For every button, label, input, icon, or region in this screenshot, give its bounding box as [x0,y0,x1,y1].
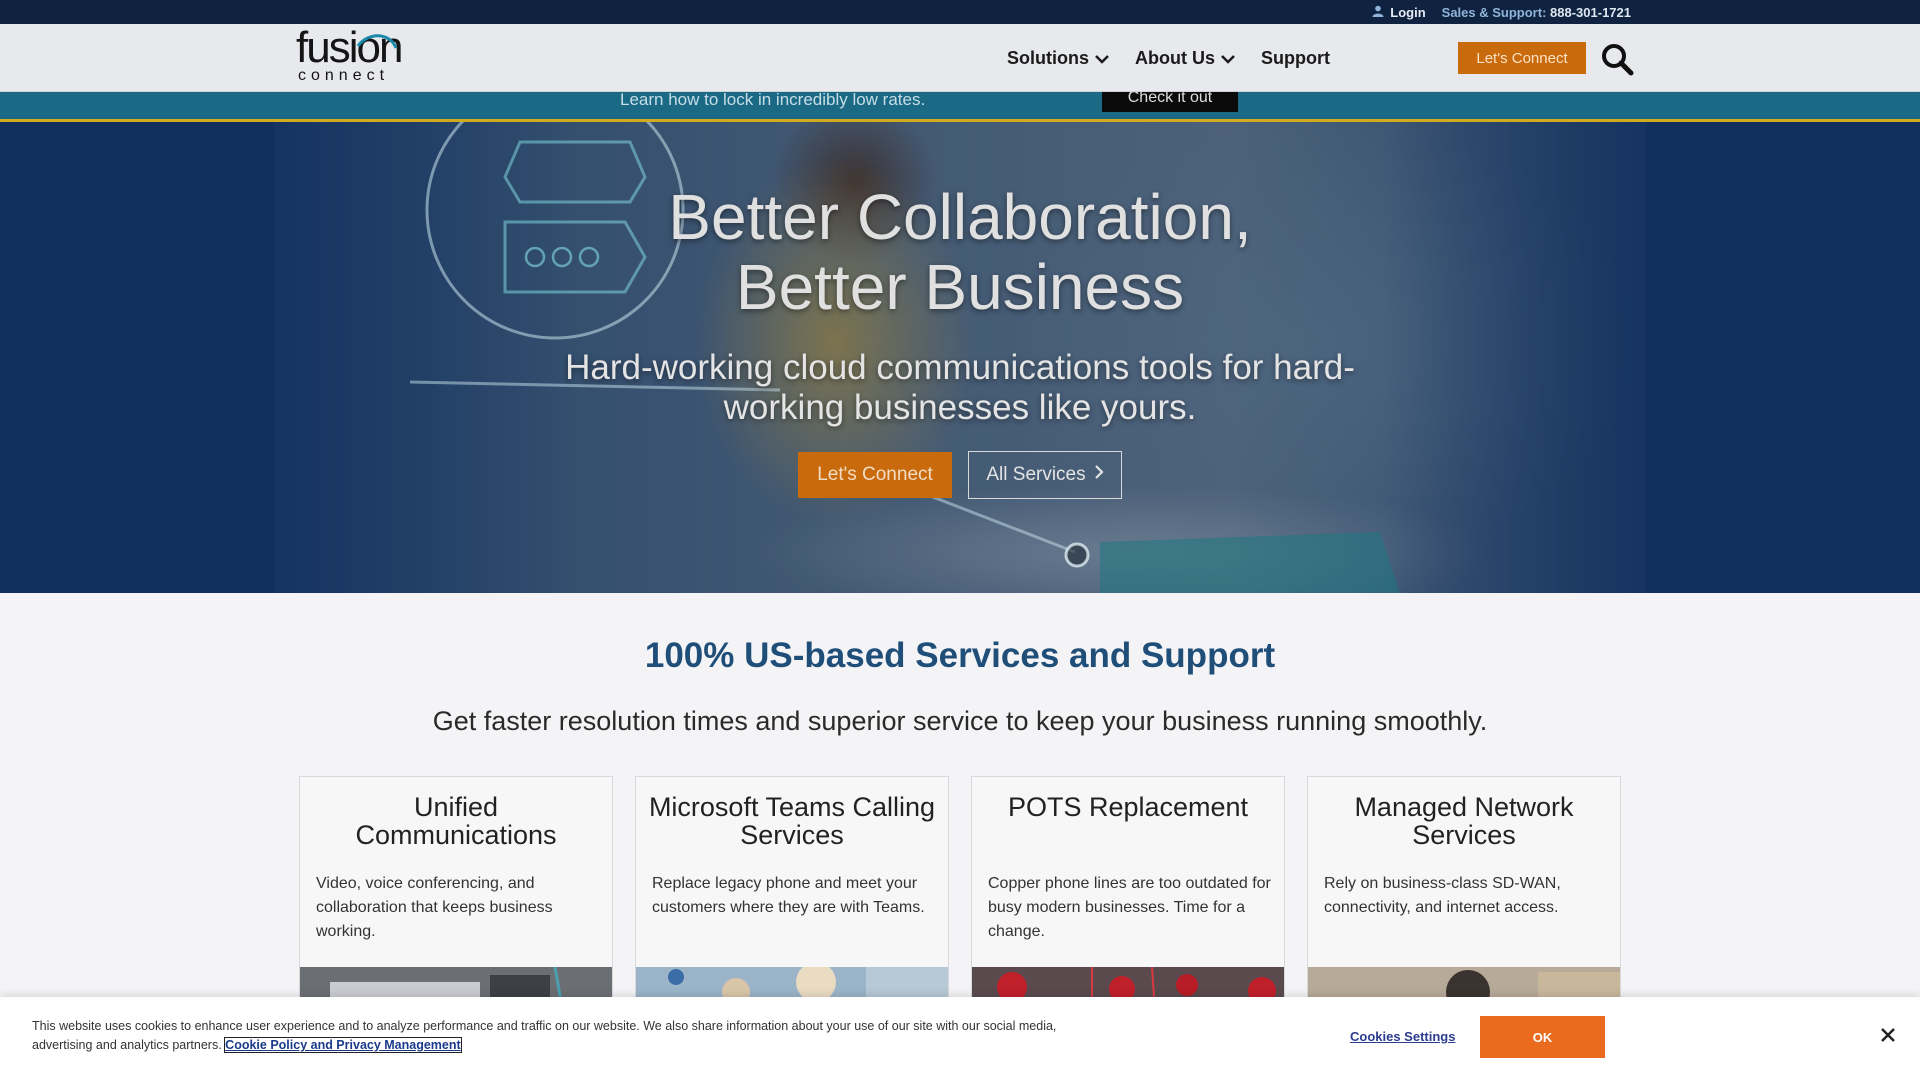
cookie-ok-button[interactable]: OK [1480,1016,1605,1058]
card-text: Copper phone lines are too outdated for … [988,875,1271,940]
nav-about-us-label: About Us [1135,47,1215,68]
service-card-pots-replacement[interactable]: POTS Replacement Copper phone lines are … [971,776,1285,1026]
promo-text: Learn how to lock in incredibly low rate… [620,92,926,109]
support-label: Sales & Support: [1441,4,1547,20]
section-title: 100% US-based Services and Support [644,636,1276,675]
cookie-consent-banner: This website uses cookies to enhance use… [0,997,1920,1080]
all-services-label: All Services [986,464,1086,485]
site-header: fusion connect Solutions About Us Suppor… [0,24,1920,92]
card-text: Video, voice conferencing, and collabora… [316,875,553,940]
cookies-settings-button[interactable]: Cookies Settings [1350,1029,1455,1044]
card-title: POTS Replacement [1007,792,1249,822]
promo-banner: Learn how to lock in incredibly low rate… [0,92,1920,122]
chevron-down-icon [1221,48,1235,69]
logo-word-connect: connect [298,67,390,84]
card-title: Microsoft Teams Calling Services [648,792,936,850]
login-label: Login [1390,4,1426,20]
login-link[interactable]: Login [1372,4,1426,20]
service-card-teams-calling[interactable]: Microsoft Teams Calling Services Replace… [635,776,949,1026]
search-icon[interactable] [1600,42,1634,76]
chevron-right-icon [1094,464,1104,486]
nav-support-label: Support [1261,47,1330,68]
card-text: Rely on business-class SD-WAN, connectiv… [1324,875,1561,916]
fusion-connect-logo[interactable]: fusion connect [296,26,403,86]
nav-support[interactable]: Support [1261,48,1330,69]
promo-check-it-out-button[interactable]: Check it out [1102,92,1238,112]
main-nav: Solutions About Us Support [1007,24,1330,92]
user-icon [1372,5,1384,20]
hero-lets-connect-button[interactable]: Let's Connect [798,452,952,498]
hero-title-line2: Better Business [735,251,1185,323]
nav-about-us[interactable]: About Us [1135,48,1235,69]
chevron-down-icon [1095,48,1109,69]
cookie-message: This website uses cookies to enhance use… [32,1019,1057,1052]
top-utility-bar: Login Sales & Support: 888-301-1721 [0,0,1920,24]
cookie-text: This website uses cookies to enhance use… [32,1017,1082,1055]
service-card-managed-network[interactable]: Managed Network Services Rely on busines… [1307,776,1621,1026]
nav-solutions-label: Solutions [1007,47,1089,68]
card-text: Replace legacy phone and meet your custo… [652,875,925,916]
hero-section: Better Collaboration, Better Business Ha… [0,122,1920,593]
nav-solutions[interactable]: Solutions [1007,48,1109,69]
close-icon[interactable] [1878,1025,1898,1045]
hero-title-line1: Better Collaboration, [668,181,1252,253]
hero-title: Better Collaboration, Better Business [460,182,1460,322]
logo-swoosh-icon [356,34,398,49]
hero-subtitle: Hard-working cloud communications tools … [565,348,1355,427]
card-title: Managed Network Services [1354,792,1574,850]
section-subtitle: Get faster resolution times and superior… [432,706,1488,736]
card-title: Unified Communications [355,792,557,850]
cookie-policy-link[interactable]: Cookie Policy and Privacy Management [224,1037,462,1053]
hero-all-services-button[interactable]: All Services [968,451,1122,499]
service-card-unified-communications[interactable]: Unified Communications Video, voice conf… [299,776,613,1026]
header-lets-connect-button[interactable]: Let's Connect [1458,42,1586,74]
support-phone[interactable]: 888-301-1721 [1550,5,1631,20]
sales-support-line: Sales & Support: 888-301-1721 [1442,5,1631,20]
